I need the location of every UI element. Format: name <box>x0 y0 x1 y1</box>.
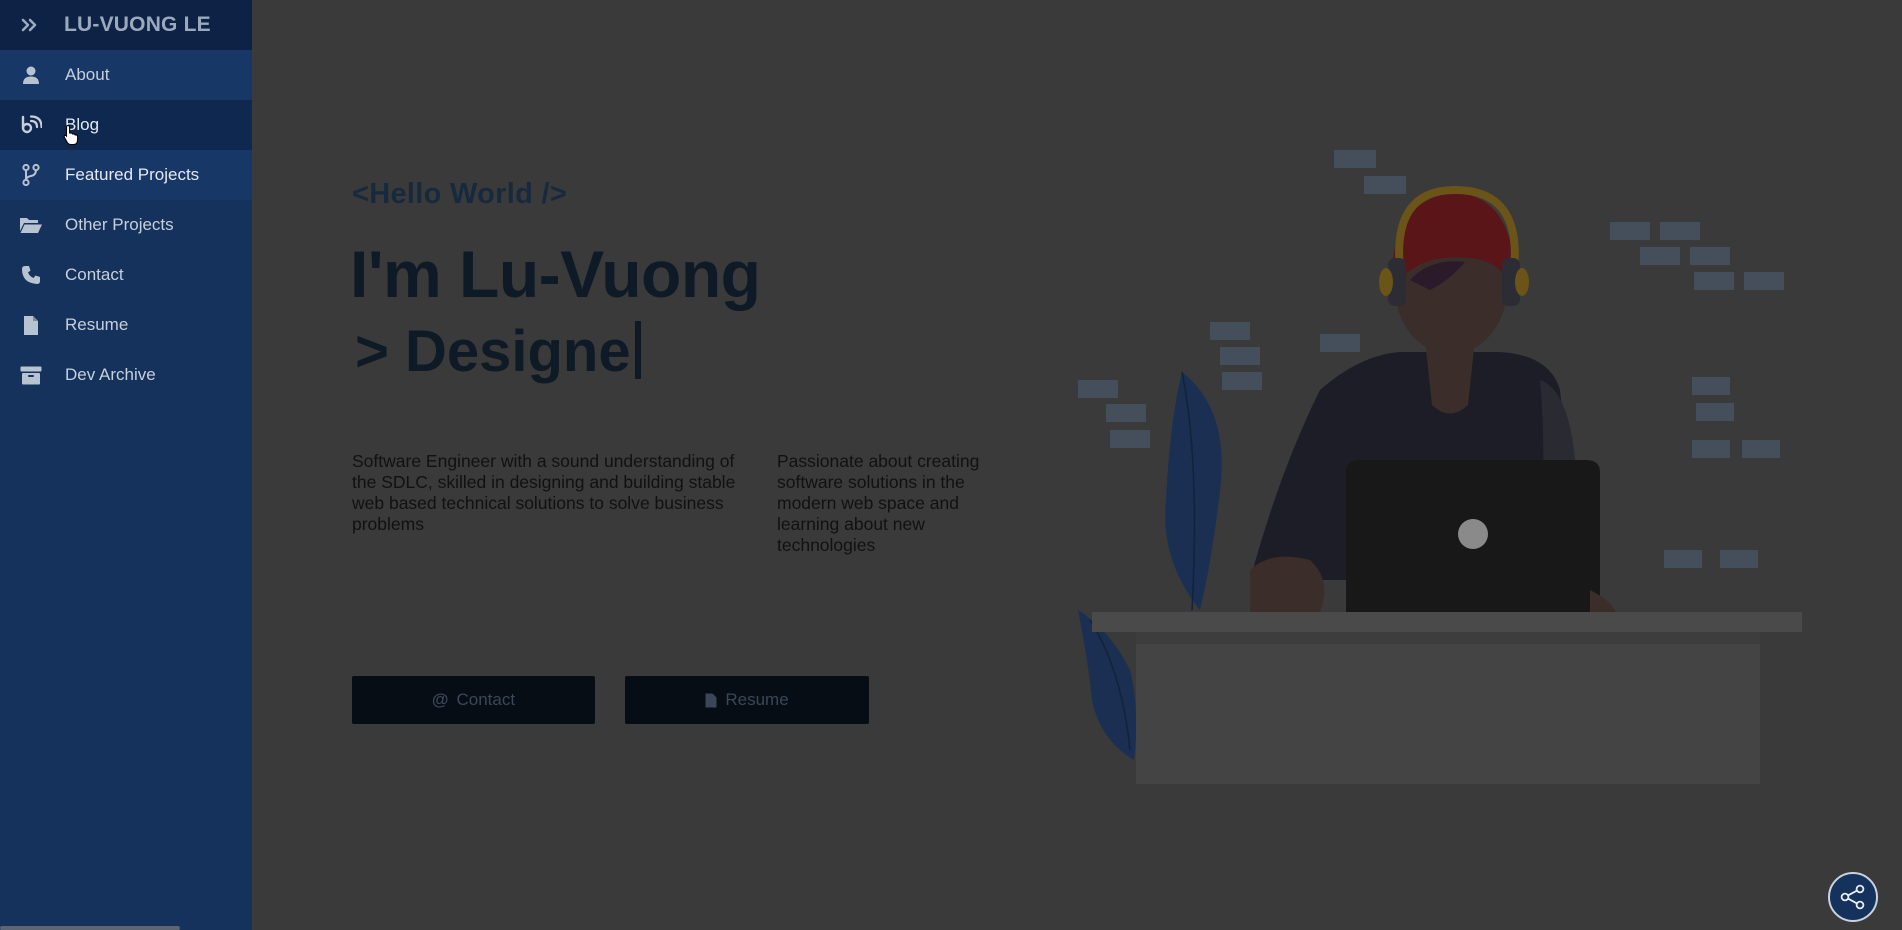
sidebar-header: LU-VUONG LE <box>0 0 252 50</box>
sidebar-item-other-projects[interactable]: Other Projects <box>0 200 252 250</box>
contact-button[interactable]: @ Contact <box>352 676 595 724</box>
sidebar-item-label: Contact <box>65 265 124 284</box>
sidebar-item-dev-archive[interactable]: Dev Archive <box>0 350 252 400</box>
sidebar-item-blog[interactable]: Blog <box>0 100 252 150</box>
sidebar-item-label: Featured Projects <box>65 165 200 184</box>
resume-button[interactable]: Resume <box>625 676 869 724</box>
contact-button-label: Contact <box>456 690 516 709</box>
sidebar-item-featured-projects[interactable]: Featured Projects <box>0 150 252 200</box>
sidebar-item-label: Dev Archive <box>65 365 156 384</box>
expand-sidebar-button[interactable] <box>0 0 60 50</box>
phone-icon <box>1 250 61 300</box>
archive-icon <box>1 350 61 400</box>
user-icon <box>1 50 61 100</box>
sidebar-item-label: Other Projects <box>65 215 174 234</box>
description-right: Passionate about creating software solut… <box>777 451 980 555</box>
typed-text: > Designe <box>355 319 631 384</box>
typed-role-text: > Designe <box>355 318 641 385</box>
sidebar-item-label: Resume <box>65 315 129 334</box>
share-icon <box>1840 884 1865 910</box>
sidebar-item-contact[interactable]: Contact <box>0 250 252 300</box>
at-sign-icon: @ <box>431 690 449 709</box>
file-icon <box>1 300 61 350</box>
horizontal-scrollbar[interactable] <box>0 926 180 930</box>
folder-open-icon <box>1 200 61 250</box>
brand-name[interactable]: LU-VUONG LE <box>64 13 211 37</box>
sidebar-item-label: About <box>65 65 110 84</box>
hero-headline: I'm Lu-Vuong <box>350 237 761 311</box>
resume-button-label: Resume <box>725 690 789 709</box>
file-icon <box>705 693 717 707</box>
mouse-pointer-icon <box>63 124 79 146</box>
blog-icon <box>1 100 61 150</box>
double-chevron-right-icon <box>21 18 37 32</box>
description-left: Software Engineer with a sound understan… <box>352 451 736 534</box>
share-button[interactable] <box>1828 872 1878 922</box>
developer-illustration <box>1078 150 1802 784</box>
typing-caret <box>634 321 641 379</box>
sidebar: LU-VUONG LE About Blog Featured Projects… <box>0 0 252 930</box>
code-branch-icon <box>1 150 61 200</box>
sidebar-item-about[interactable]: About <box>0 50 252 100</box>
hello-world-greeting: <Hello World /> <box>352 178 568 210</box>
sidebar-item-resume[interactable]: Resume <box>0 300 252 350</box>
